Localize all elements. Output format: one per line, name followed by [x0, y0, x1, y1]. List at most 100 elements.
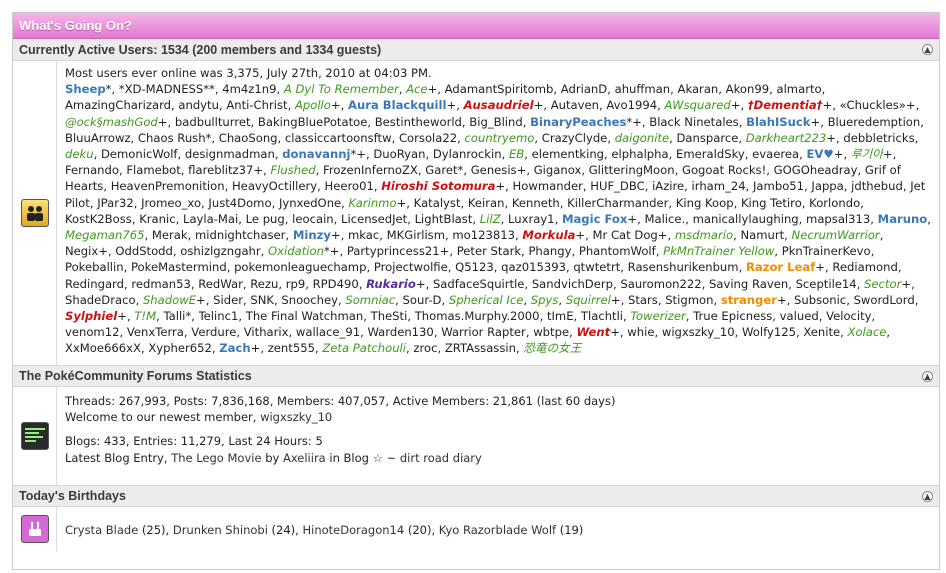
- active-user-link[interactable]: HUF_DBC: [590, 179, 644, 193]
- active-user-link[interactable]: Big_Blind: [469, 115, 522, 129]
- active-user-link[interactable]: donavannj: [282, 147, 350, 161]
- active-user-link[interactable]: Jappa: [811, 179, 843, 193]
- active-user-link[interactable]: badbullturret: [175, 115, 251, 129]
- active-user-link[interactable]: True Epicness: [693, 309, 772, 323]
- birthday-member-link[interactable]: Drunken Shinobi: [173, 523, 268, 537]
- active-user-link[interactable]: T!M: [134, 309, 156, 323]
- active-user-link[interactable]: 4m4z1n9: [222, 82, 276, 96]
- active-user-link[interactable]: Kenneth: [512, 196, 560, 210]
- active-user-link[interactable]: OddStodd: [115, 244, 173, 258]
- active-user-link[interactable]: ZRTAssassin: [445, 341, 516, 355]
- active-user-link[interactable]: Spys: [531, 293, 559, 307]
- active-user-link[interactable]: oshizlgzngahr: [180, 244, 260, 258]
- active-user-link[interactable]: Malice.: [644, 212, 685, 226]
- active-user-link[interactable]: 恐竜の女王: [523, 341, 581, 355]
- active-user-link[interactable]: Autaven: [551, 98, 599, 112]
- active-user-link[interactable]: AWsquared: [664, 98, 730, 112]
- blog-author-link[interactable]: Axeliira: [283, 451, 326, 465]
- active-user-link[interactable]: Redingard: [65, 277, 124, 291]
- active-user-link[interactable]: LicensedJet: [341, 212, 407, 226]
- active-user-link[interactable]: KostK2Boss: [65, 212, 132, 226]
- active-user-link[interactable]: PhantomWolf: [579, 244, 656, 258]
- active-user-link[interactable]: Minzy: [293, 228, 331, 242]
- active-user-link[interactable]: Went: [576, 325, 610, 339]
- active-user-link[interactable]: BluuArrowz: [65, 131, 131, 145]
- active-user-link[interactable]: Keiran: [468, 196, 505, 210]
- active-user-link[interactable]: Karinmo: [349, 196, 397, 210]
- active-user-link[interactable]: PokeMastermind: [131, 260, 227, 274]
- active-user-link[interactable]: Kranic: [139, 212, 175, 226]
- active-user-link[interactable]: DuoRyan: [373, 147, 425, 161]
- active-user-link[interactable]: designmadman: [185, 147, 275, 161]
- active-user-link[interactable]: LilZ: [480, 212, 501, 226]
- active-user-link[interactable]: Zeta Patchouli: [322, 341, 406, 355]
- active-user-link[interactable]: Fernando: [65, 163, 119, 177]
- active-user-link[interactable]: Towerizer: [630, 309, 685, 323]
- active-user-link[interactable]: Stigmon: [665, 293, 713, 307]
- active-user-link[interactable]: Subsonic: [794, 293, 846, 307]
- active-user-link[interactable]: Flushed: [271, 163, 316, 177]
- active-user-link[interactable]: redman53: [131, 277, 191, 291]
- active-user-link[interactable]: Somniac: [345, 293, 395, 307]
- active-user-link[interactable]: Apollo: [295, 98, 331, 112]
- active-user-link[interactable]: Sour-D: [403, 293, 442, 307]
- active-user-link[interactable]: venom12: [65, 325, 119, 339]
- active-user-link[interactable]: msdmario: [675, 228, 733, 242]
- active-user-link[interactable]: The Final Watchman: [246, 309, 364, 323]
- active-user-link[interactable]: midnightchaser: [195, 228, 285, 242]
- active-user-link[interactable]: Gogoat Rocks!: [682, 163, 766, 177]
- active-user-link[interactable]: Anti-Christ: [226, 98, 287, 112]
- active-user-link[interactable]: Darkheart223: [746, 131, 827, 145]
- active-user-link[interactable]: ChaoSong: [219, 131, 278, 145]
- blog-name-link[interactable]: ☆ ~ dirt road diary: [373, 451, 482, 465]
- active-user-link[interactable]: wigxszky_10: [662, 325, 735, 339]
- active-user-link[interactable]: GOGOheadray: [774, 163, 858, 177]
- active-user-link[interactable]: ahuffman: [615, 82, 671, 96]
- active-user-link[interactable]: almarto: [776, 82, 821, 96]
- active-user-link[interactable]: Warrior Rapter: [441, 325, 526, 339]
- active-user-link[interactable]: SadfaceSquirtle: [433, 277, 524, 291]
- active-user-link[interactable]: EmeraldSky: [676, 147, 745, 161]
- active-user-link[interactable]: Snoochey: [281, 293, 338, 307]
- active-user-link[interactable]: Projectwolfie: [374, 260, 448, 274]
- active-user-link[interactable]: JynxedOne: [279, 196, 341, 210]
- active-user-link[interactable]: andytu: [178, 98, 219, 112]
- active-user-link[interactable]: qaz015393: [501, 260, 566, 274]
- active-user-link[interactable]: CrazyClyde: [542, 131, 608, 145]
- active-user-link[interactable]: HeavyOctillery: [232, 179, 317, 193]
- active-user-link[interactable]: *XD-MADNESS**: [119, 82, 215, 96]
- active-user-link[interactable]: Corsola22: [399, 131, 457, 145]
- active-user-link[interactable]: irham_24: [692, 179, 746, 193]
- active-user-link[interactable]: SNK: [250, 293, 274, 307]
- active-user-link[interactable]: Xypher652: [148, 341, 212, 355]
- active-user-link[interactable]: Giganox: [534, 163, 582, 177]
- active-user-link[interactable]: Q5123: [455, 260, 494, 274]
- active-user-link[interactable]: Tlachtli: [581, 309, 623, 323]
- active-user-link[interactable]: Blueredemption: [828, 115, 921, 129]
- newest-member-link[interactable]: wigxszky_10: [260, 410, 332, 424]
- active-user-link[interactable]: EV♥: [806, 147, 833, 161]
- active-user-link[interactable]: Xolace: [848, 325, 887, 339]
- active-user-link[interactable]: HeavenPremonition: [111, 179, 225, 193]
- active-user-link[interactable]: @ock§mashGod: [65, 115, 158, 129]
- active-user-link[interactable]: Dylanrockin: [433, 147, 502, 161]
- active-user-link[interactable]: manicallylaughing: [693, 212, 799, 226]
- active-user-link[interactable]: AmazingCharizard: [65, 98, 171, 112]
- active-user-link[interactable]: Rukario: [366, 277, 416, 291]
- active-user-link[interactable]: Telinc1: [199, 309, 239, 323]
- active-user-link[interactable]: Aura Blackquill: [348, 98, 447, 112]
- active-user-link[interactable]: Genesis: [471, 163, 517, 177]
- active-user-link[interactable]: King Koop: [676, 196, 734, 210]
- active-user-link[interactable]: qtwtetrt: [573, 260, 620, 274]
- active-user-link[interactable]: leocain: [292, 212, 334, 226]
- active-user-link[interactable]: KillerCharmander: [567, 196, 668, 210]
- active-user-link[interactable]: TheSti: [371, 309, 408, 323]
- active-user-link[interactable]: Warden130: [367, 325, 433, 339]
- birthday-member-link[interactable]: Crysta Blade: [65, 523, 138, 537]
- active-user-link[interactable]: mo123813: [452, 228, 515, 242]
- active-user-link[interactable]: elphalpha: [611, 147, 668, 161]
- active-user-link[interactable]: Namurt: [740, 228, 784, 242]
- active-user-link[interactable]: Merak: [152, 228, 188, 242]
- active-user-link[interactable]: Verdure: [191, 325, 236, 339]
- active-user-link[interactable]: valued: [780, 309, 819, 323]
